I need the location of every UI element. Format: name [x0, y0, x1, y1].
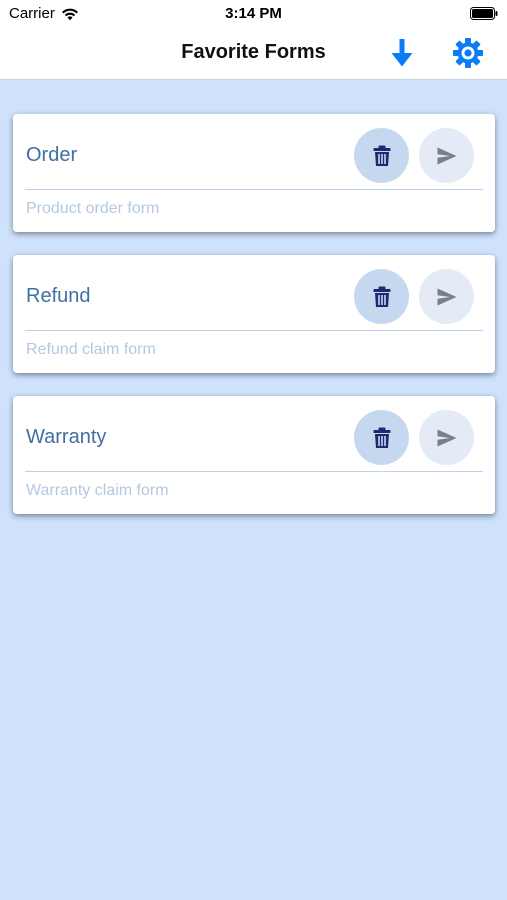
delete-button[interactable]	[354, 128, 409, 183]
card-divider	[25, 330, 483, 331]
settings-button[interactable]	[451, 36, 485, 70]
download-arrow-icon	[391, 39, 413, 67]
download-button[interactable]	[385, 36, 419, 70]
status-time: 3:14 PM	[225, 5, 282, 22]
card-divider	[25, 471, 483, 472]
page-title: Favorite Forms	[181, 41, 326, 63]
trash-icon	[373, 286, 390, 307]
form-title: Refund	[26, 285, 91, 307]
form-description: Refund claim form	[26, 341, 156, 358]
delete-button[interactable]	[354, 269, 409, 324]
send-button[interactable]	[419, 269, 474, 324]
battery-icon	[470, 7, 498, 20]
trash-icon	[373, 145, 390, 166]
form-card-refund[interactable]: Refund Refund claim form	[13, 255, 495, 373]
send-button[interactable]	[419, 128, 474, 183]
gear-icon	[453, 38, 483, 68]
form-description: Warranty claim form	[26, 482, 169, 499]
send-icon	[437, 429, 456, 446]
card-divider	[25, 189, 483, 190]
form-title: Warranty	[26, 426, 107, 448]
form-card-order[interactable]: Order Product order form	[13, 114, 495, 232]
navigation-bar: Favorite Forms	[0, 28, 507, 80]
form-description: Product order form	[26, 200, 160, 217]
send-button[interactable]	[419, 410, 474, 465]
form-title: Order	[26, 144, 78, 166]
favorite-forms-list: Order Product order form Refund Refund c…	[13, 114, 495, 537]
trash-icon	[373, 427, 390, 448]
send-icon	[437, 147, 456, 164]
send-icon	[437, 288, 456, 305]
status-bar: Carrier 3:14 PM	[0, 0, 507, 28]
form-card-warranty[interactable]: Warranty Warranty claim form	[13, 396, 495, 514]
delete-button[interactable]	[354, 410, 409, 465]
